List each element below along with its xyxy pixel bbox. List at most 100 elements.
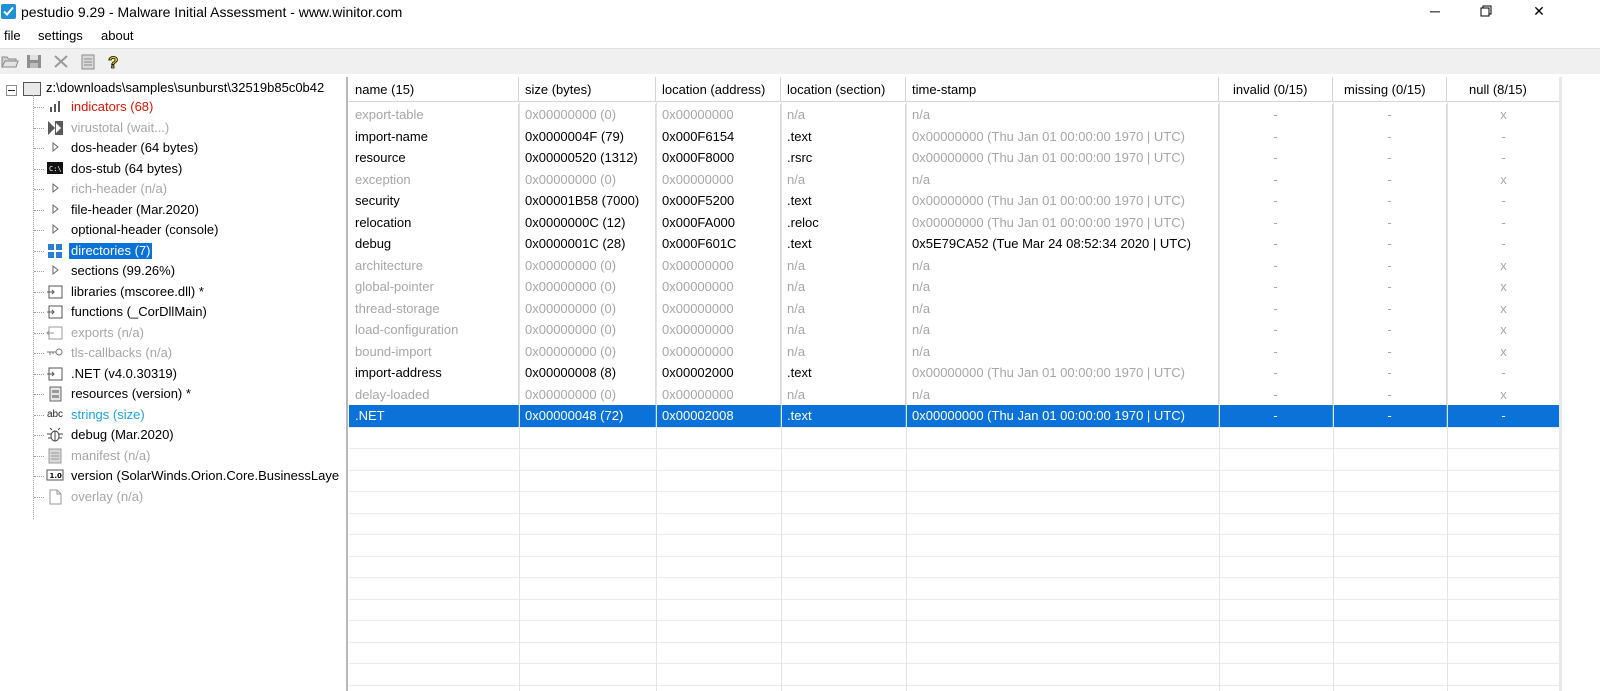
column-header-address[interactable]: location (address) xyxy=(656,77,781,101)
table-row[interactable]: global-pointer 0x00000000 (0) 0x00000000 n/… xyxy=(349,276,1561,298)
cell-null: x xyxy=(1447,254,1561,276)
column-header-null[interactable]: null (8/15) xyxy=(1447,77,1561,101)
cell-invalid: - xyxy=(1219,190,1333,212)
table-row[interactable]: bound-import 0x00000000 (0) 0x00000000 n/a n… xyxy=(349,340,1561,362)
close-button[interactable]: ✕ xyxy=(1516,0,1562,24)
tree-item-label: manifest (n/a) xyxy=(71,447,151,463)
tree-item[interactable]: functions (_CorDllMain) xyxy=(34,302,344,322)
tree-item[interactable]: virustotal (wait...) xyxy=(34,118,344,138)
tree-item[interactable]: exports (n/a) xyxy=(34,323,344,343)
cell-address: 0x000F6154 xyxy=(656,125,781,147)
cell-missing: - xyxy=(1333,190,1447,212)
tree-item[interactable]: debug (Mar.2020) xyxy=(34,425,344,445)
cell-timestamp: 0x00000000 (Thu Jan 01 00:00:00 1970 | U… xyxy=(906,147,1219,169)
cell-invalid: - xyxy=(1219,211,1333,233)
save-icon[interactable] xyxy=(25,53,43,70)
column-header-size[interactable]: size (bytes) xyxy=(519,77,656,101)
cell-invalid: - xyxy=(1219,362,1333,384)
cell-missing: - xyxy=(1333,125,1447,147)
grid-column-line xyxy=(781,101,782,691)
cell-section: n/a xyxy=(781,254,906,276)
window-title: pestudio 9.29 - Malware Initial Assessme… xyxy=(21,4,403,20)
cell-invalid: - xyxy=(1219,405,1333,427)
tree-item[interactable]: directories (7) xyxy=(34,241,344,261)
table-row[interactable]: import-address 0x00000008 (8) 0x00002000 .t… xyxy=(349,362,1561,384)
tree-item[interactable]: .NET (v4.0.30319) xyxy=(34,364,344,384)
delete-icon[interactable] xyxy=(52,53,70,70)
tree-item[interactable]: 1.0 version (SolarWinds.Orion.Core.Busine… xyxy=(34,466,344,486)
menu-about[interactable]: about xyxy=(101,28,134,43)
cell-size: 0x00001B58 (7000) xyxy=(519,190,656,212)
tree-item[interactable]: tls-callbacks (n/a) xyxy=(34,343,344,363)
table-row[interactable]: .NET 0x00000048 (72) 0x00002008 .text 0x0000… xyxy=(349,405,1561,427)
cell-timestamp: n/a xyxy=(906,340,1219,362)
column-header-time-stamp[interactable]: time-stamp xyxy=(906,77,1219,101)
grid-row-line xyxy=(349,620,1561,621)
tree-item[interactable]: manifest (n/a) xyxy=(34,446,344,466)
collapse-toggle-icon[interactable] xyxy=(6,85,17,96)
tree-item[interactable]: C:\ dos-stub (64 bytes) xyxy=(34,159,344,179)
table-header: name (15) size (bytes) location (address… xyxy=(349,77,1561,102)
table-row[interactable]: import-name 0x0000004F (79) 0x000F6154 .tex… xyxy=(349,125,1561,147)
tree-item[interactable]: overlay (n/a) xyxy=(34,487,344,507)
column-header-section[interactable]: location (section) xyxy=(781,77,906,101)
tree-item[interactable]: abc strings (size) xyxy=(34,405,344,425)
cell-name: .NET xyxy=(349,405,519,427)
tree-item[interactable]: rich-header (n/a) xyxy=(34,179,344,199)
cell-invalid: - xyxy=(1219,147,1333,169)
help-icon[interactable]: ? xyxy=(105,53,123,73)
cell-address: 0x00000000 xyxy=(656,276,781,298)
function-icon xyxy=(46,304,64,320)
maximize-button[interactable] xyxy=(1463,0,1509,24)
cell-size: 0x00000048 (72) xyxy=(519,405,656,427)
tree-item[interactable]: dos-header (64 bytes) xyxy=(34,138,344,158)
table-row[interactable]: architecture 0x00000000 (0) 0x00000000 n/a n… xyxy=(349,254,1561,276)
cell-section: .text xyxy=(781,362,906,384)
tree-item-label: version (SolarWinds.Orion.Core.BusinessL… xyxy=(71,468,340,483)
column-header-invalid[interactable]: invalid (0/15) xyxy=(1219,77,1333,101)
cell-address: 0x000F8000 xyxy=(656,147,781,169)
column-header-missing[interactable]: missing (0/15) xyxy=(1333,77,1447,101)
table-row[interactable]: debug 0x0000001C (28) 0x000F601C .text 0x5E7… xyxy=(349,233,1561,255)
tree-item[interactable]: indicators (68) xyxy=(34,97,344,117)
triangle-right-icon xyxy=(46,222,64,238)
cell-name: thread-storage xyxy=(349,297,519,319)
table-row[interactable]: thread-storage 0x00000000 (0) 0x00000000 n/… xyxy=(349,297,1561,319)
minimize-button[interactable]: ─ xyxy=(1412,0,1458,24)
table-row[interactable]: delay-loaded 0x00000000 (0) 0x00000000 n/a n… xyxy=(349,383,1561,405)
tree-item[interactable]: sections (99.26%) xyxy=(34,261,344,281)
open-folder-icon[interactable] xyxy=(1,53,19,70)
tree-connector xyxy=(34,189,44,190)
table-row[interactable]: relocation 0x0000000C (12) 0x000FA000 .relo… xyxy=(349,211,1561,233)
menu-bar: file settings about xyxy=(0,26,1600,46)
cell-missing: - xyxy=(1333,147,1447,169)
tree-item-label: .NET (v4.0.30319) xyxy=(71,365,177,381)
tree-item-label: virustotal (wait...) xyxy=(71,119,170,135)
tree-item[interactable]: file-header (Mar.2020) xyxy=(34,200,344,220)
tree-item[interactable]: optional-header (console) xyxy=(34,220,344,240)
triangle-right-icon xyxy=(46,202,64,218)
table-row[interactable]: security 0x00001B58 (7000) 0x000F5200 .text… xyxy=(349,190,1561,212)
column-header-name[interactable]: name (15) xyxy=(349,77,519,101)
tree-item-label: directories (7) xyxy=(69,242,153,259)
cell-timestamp: n/a xyxy=(906,319,1219,341)
menu-settings[interactable]: settings xyxy=(38,28,83,43)
tree-item[interactable]: resources (version) * xyxy=(34,384,344,404)
cell-missing: - xyxy=(1333,340,1447,362)
clipboard-icon[interactable] xyxy=(79,53,97,70)
cell-size: 0x0000000C (12) xyxy=(519,211,656,233)
table-row[interactable]: resource 0x00000520 (1312) 0x000F8000 .rsrc… xyxy=(349,147,1561,169)
table-row[interactable]: export-table 0x00000000 (0) 0x00000000 n/a n… xyxy=(349,104,1561,126)
bar-chart-icon xyxy=(46,99,64,115)
menu-file[interactable]: file xyxy=(4,28,21,43)
tree-root-label[interactable]: z:\downloads\samples\sunburst\32519b85c0… xyxy=(46,80,324,95)
cell-timestamp: 0x00000000 (Thu Jan 01 00:00:00 1970 | U… xyxy=(906,211,1219,233)
tree-item-label: dos-stub (64 bytes) xyxy=(71,160,183,176)
cell-address: 0x000FA000 xyxy=(656,211,781,233)
cell-name: exception xyxy=(349,168,519,190)
table-row[interactable]: load-configuration 0x00000000 (0) 0x000000… xyxy=(349,319,1561,341)
cell-size: 0x00000008 (8) xyxy=(519,362,656,384)
cell-section: n/a xyxy=(781,340,906,362)
table-row[interactable]: exception 0x00000000 (0) 0x00000000 n/a n/a -… xyxy=(349,168,1561,190)
tree-item[interactable]: libraries (mscoree.dll) * xyxy=(34,282,344,302)
